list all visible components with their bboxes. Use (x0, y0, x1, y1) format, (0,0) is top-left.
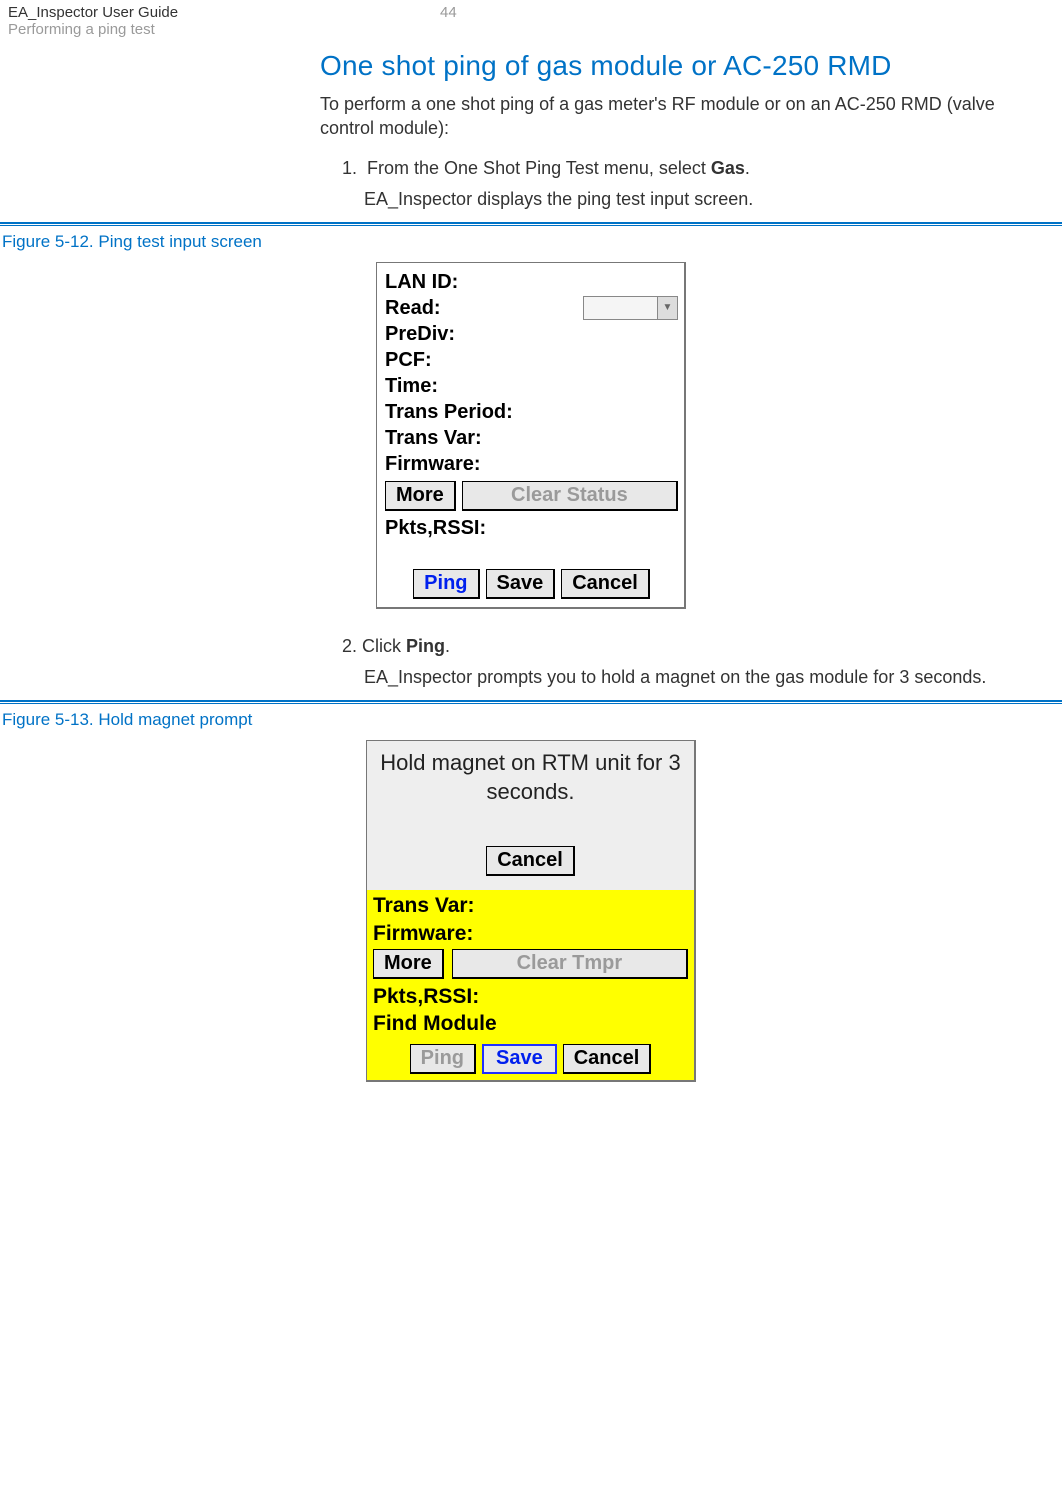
clear-status-button[interactable]: Clear Status (462, 481, 678, 511)
step-1-text-c: . (745, 158, 750, 178)
more-button[interactable]: More (385, 481, 456, 511)
dialog-message: Hold magnet on RTM unit for 3 seconds. (379, 749, 682, 806)
firmware-label-2: Firmware: (373, 920, 688, 947)
read-label: Read: (385, 295, 583, 321)
hold-magnet-prompt-screenshot: Hold magnet on RTM unit for 3 seconds. C… (366, 740, 696, 1081)
read-combobox[interactable]: ▼ (583, 296, 678, 320)
step-1: 1. From the One Shot Ping Test menu, sel… (342, 155, 1030, 181)
trans-var-label-2: Trans Var: (373, 892, 688, 919)
save-button[interactable]: Save (486, 569, 556, 599)
prediv-label: PreDiv: (385, 321, 678, 347)
dialog-cancel-button[interactable]: Cancel (486, 846, 575, 876)
time-label: Time: (385, 373, 678, 399)
save-button-2[interactable]: Save (482, 1044, 557, 1074)
step-1-keyword: Gas (711, 158, 745, 178)
figure-1-caption: Figure 5-12. Ping test input screen (0, 230, 1062, 262)
trans-period-label: Trans Period: (385, 399, 678, 425)
step-2: 2.Click Ping. (342, 633, 1030, 659)
step-1-sub: EA_Inspector displays the ping test inpu… (364, 187, 1030, 212)
pkts-rssi-label-2: Pkts,RSSI: (373, 983, 688, 1010)
figure-2-caption: Figure 5-13. Hold magnet prompt (0, 708, 1062, 740)
step-2-number: 2. (342, 633, 362, 659)
find-module-label: Find Module (373, 1010, 688, 1037)
doc-subtitle: Performing a ping test (8, 21, 440, 38)
trans-var-label: Trans Var: (385, 425, 678, 451)
doc-title: EA_Inspector User Guide (8, 4, 440, 21)
section-intro: To perform a one shot ping of a gas mete… (320, 92, 1030, 141)
figure-divider (0, 222, 1062, 226)
cancel-button-2[interactable]: Cancel (563, 1044, 652, 1074)
section-heading: One shot ping of gas module or AC-250 RM… (320, 50, 1030, 82)
step-2-sub: EA_Inspector prompts you to hold a magne… (364, 665, 1030, 690)
ping-button[interactable]: Ping (413, 569, 479, 599)
ping-test-input-screenshot: LAN ID: Read: ▼ PreDiv: PCF: Time: Trans… (376, 262, 686, 609)
step-2-text-a: Click (362, 636, 406, 656)
page-header: EA_Inspector User Guide Performing a pin… (0, 0, 1062, 50)
more-button-2[interactable]: More (373, 949, 444, 979)
step-2-text-c: . (445, 636, 450, 656)
step-1-number: 1. (342, 155, 362, 181)
lan-id-label: LAN ID: (385, 269, 678, 295)
pkts-rssi-label: Pkts,RSSI: (385, 515, 678, 541)
step-1-text-a: From the One Shot Ping Test menu, select (367, 158, 711, 178)
ping-button-2[interactable]: Ping (410, 1044, 476, 1074)
cancel-button[interactable]: Cancel (561, 569, 650, 599)
page-number: 44 (440, 4, 457, 38)
chevron-down-icon[interactable]: ▼ (657, 297, 677, 319)
firmware-label: Firmware: (385, 451, 678, 477)
figure-divider-2 (0, 700, 1062, 704)
clear-tmpr-button[interactable]: Clear Tmpr (452, 949, 688, 979)
step-2-keyword: Ping (406, 636, 445, 656)
pcf-label: PCF: (385, 347, 678, 373)
